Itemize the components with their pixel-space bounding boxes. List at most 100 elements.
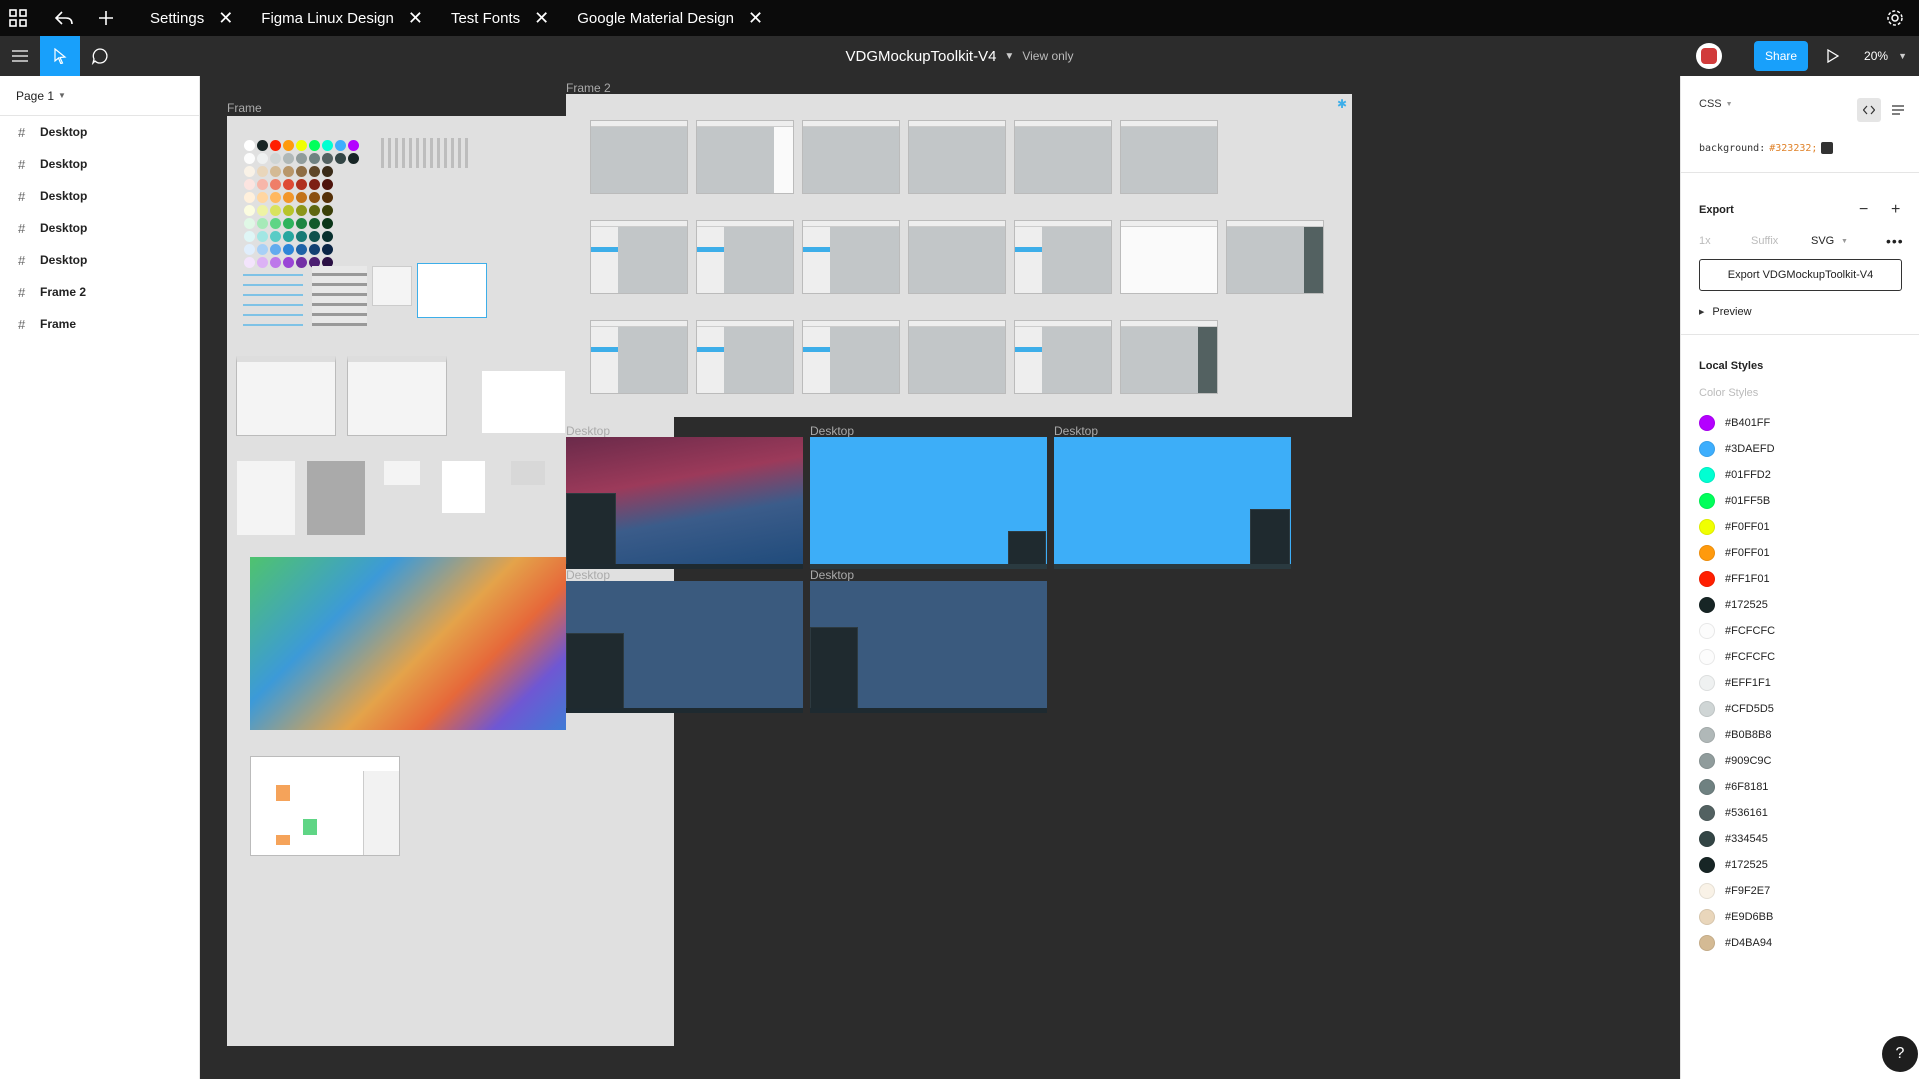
color-style-item[interactable]: #536161 [1699,800,1768,826]
color-style-item[interactable]: #EFF1F1 [1699,670,1771,696]
color-style-item[interactable]: #F9F2E7 [1699,878,1770,904]
color-style-label: #01FF5B [1725,495,1771,507]
comment-tool-icon[interactable] [80,36,120,76]
color-style-item[interactable]: #CFD5D5 [1699,696,1774,722]
play-icon[interactable] [1818,36,1848,76]
desktop-blue[interactable] [810,437,1047,569]
desktop-label[interactable]: Desktop [810,424,854,438]
layer-frame-2[interactable]: # Frame 2 [0,276,199,308]
chevron-down-icon[interactable]: ▼ [1004,51,1014,62]
color-style-item[interactable]: #D4BA94 [1699,930,1772,956]
chevron-down-icon: ▼ [58,91,66,100]
layer-desktop[interactable]: # Desktop [0,116,199,148]
desktop-label[interactable]: Desktop [566,424,610,438]
color-style-item[interactable]: #FCFCFC [1699,618,1775,644]
color-style-label: #CFD5D5 [1725,703,1774,715]
desktop-label[interactable]: Desktop [566,568,610,582]
layer-desktop[interactable]: # Desktop [0,148,199,180]
code-language-selector[interactable]: CSS ▼ [1681,88,1919,120]
color-style-item[interactable]: #172525 [1699,852,1768,878]
desktop-label[interactable]: Desktop [1054,424,1098,438]
apps-grid-icon[interactable] [0,0,36,36]
close-icon[interactable]: ✕ [218,9,233,27]
desktop-blue[interactable] [1054,437,1291,569]
layer-desktop[interactable]: # Desktop [0,244,199,276]
chevron-down-icon[interactable]: ▼ [1898,51,1907,61]
desktop-wallpaper[interactable] [566,437,803,569]
window-thumb [236,356,336,436]
color-swatch [1699,597,1715,613]
color-style-item[interactable]: #F0FF01 [1699,540,1770,566]
color-style-item[interactable]: #FCFCFC [1699,644,1775,670]
tab-label: Settings [150,9,205,27]
color-style-item[interactable]: #E9D6BB [1699,904,1773,930]
main-menu-icon[interactable] [0,36,40,76]
card-thumb [384,461,420,485]
color-style-item[interactable]: #F0FF01 [1699,514,1770,540]
color-style-item[interactable]: #01FF5B [1699,488,1770,514]
window-thumbnail [1226,220,1324,294]
close-icon[interactable]: ✕ [748,9,763,27]
plus-icon[interactable]: + [1891,201,1900,219]
close-icon[interactable]: ✕ [534,9,549,27]
tab-google-material-design[interactable]: Google Material Design ✕ [563,0,777,36]
chevron-down-icon[interactable]: ▼ [1841,238,1848,245]
color-style-item[interactable]: #B0B8B8 [1699,722,1771,748]
layer-desktop[interactable]: # Desktop [0,212,199,244]
color-style-label: #6F8181 [1725,781,1769,793]
minus-icon[interactable]: − [1859,201,1868,219]
new-tab-icon[interactable] [88,0,124,36]
color-style-item[interactable]: #6F8181 [1699,774,1768,800]
dialog-thumb [417,263,487,318]
color-style-label: #D4BA94 [1725,937,1773,949]
wallpaper-thumb [250,557,566,730]
export-suffix-input[interactable]: Suffix [1751,235,1778,247]
desktop-dark[interactable] [566,581,803,713]
frame2-label[interactable]: Frame 2 [566,81,611,95]
color-style-item[interactable]: #B401FF [1699,410,1770,436]
page-selector[interactable]: Page 1 ▼ [0,76,199,116]
help-button[interactable]: ? [1882,1036,1918,1072]
layer-label: Desktop [40,125,88,139]
more-icon[interactable]: ••• [1886,233,1904,249]
tab-test-fonts[interactable]: Test Fonts ✕ [437,0,563,36]
color-style-item[interactable]: #01FFD2 [1699,462,1771,488]
zoom-level[interactable]: 20% [1864,49,1888,63]
desktop-label[interactable]: Desktop [810,568,854,582]
desktop-dark[interactable] [810,581,1047,713]
export-scale[interactable]: 1x [1699,235,1711,247]
export-button[interactable]: Export VDGMockupToolkit-V4 [1699,259,1902,291]
layer-label: Desktop [40,157,88,171]
export-format[interactable]: SVG [1811,235,1834,247]
document-title: VDGMockupToolkit-V4 ▼ View only [0,36,1919,76]
layer-desktop[interactable]: # Desktop [0,180,199,212]
back-icon[interactable] [46,0,82,36]
color-swatch [1699,857,1715,873]
gear-icon[interactable] [1877,0,1913,36]
color-style-item[interactable]: #3DAEFD [1699,436,1775,462]
color-style-item[interactable]: #FF1F01 [1699,566,1770,592]
code-view-icon[interactable] [1857,98,1881,122]
window-thumbnail [908,220,1006,294]
close-icon[interactable]: ✕ [408,9,423,27]
color-style-item[interactable]: #334545 [1699,826,1768,852]
frame-label[interactable]: Frame [227,101,262,115]
color-swatch [1699,675,1715,691]
preview-toggle[interactable]: ▶ Preview [1681,300,1919,324]
document-name[interactable]: VDGMockupToolkit-V4 [846,48,997,65]
window-thumbnail [908,320,1006,394]
share-button[interactable]: Share [1754,41,1809,71]
color-style-item[interactable]: #909C9C [1699,748,1771,774]
color-swatch [1699,467,1715,483]
move-tool-icon[interactable] [40,36,80,76]
layer-frame[interactable]: # Frame [0,308,199,340]
color-chip [1821,142,1834,154]
tab-figma-linux-design[interactable]: Figma Linux Design ✕ [247,0,437,36]
avatar[interactable] [1696,43,1723,69]
frame-2[interactable]: ✱ [566,94,1352,417]
export-title: Export [1699,204,1734,216]
color-style-item[interactable]: #172525 [1699,592,1768,618]
canvas[interactable]: Frame ✱ [200,76,1680,1079]
list-view-icon[interactable] [1888,98,1908,122]
tab-settings[interactable]: Settings ✕ [136,0,247,36]
